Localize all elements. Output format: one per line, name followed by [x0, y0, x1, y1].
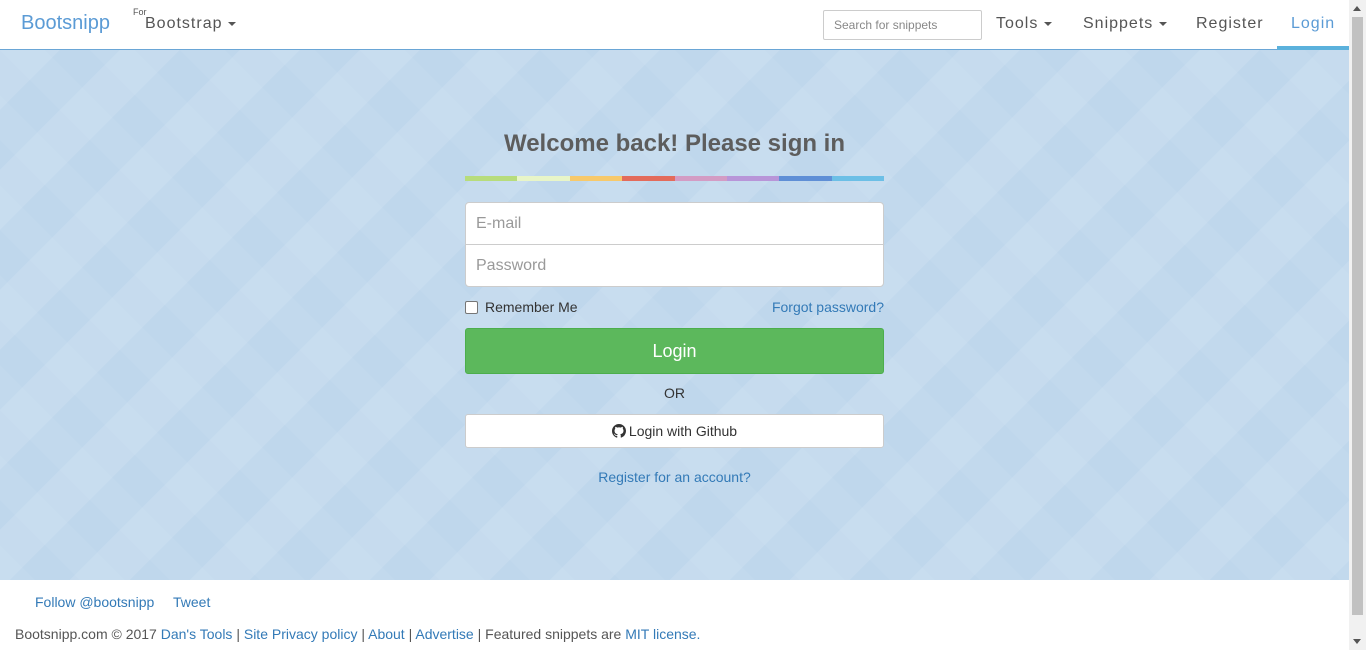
snippets-dropdown-label: Snippets: [1083, 15, 1154, 32]
follow-bootsnipp-link[interactable]: Follow @bootsnipp: [35, 594, 154, 610]
rainbow-divider: [465, 176, 884, 181]
rainbow-segment: [569, 176, 623, 181]
github-login-label: Login with Github: [628, 423, 738, 439]
scroll-down-arrow-icon[interactable]: [1349, 633, 1366, 650]
bootstrap-dropdown-label: Bootstrap: [145, 15, 223, 32]
search-input[interactable]: [823, 10, 982, 40]
login-button[interactable]: Login: [465, 328, 884, 374]
email-field[interactable]: [465, 202, 884, 245]
or-separator: OR: [664, 385, 685, 401]
tweet-link[interactable]: Tweet: [173, 594, 210, 610]
privacy-policy-link[interactable]: Site Privacy policy: [244, 626, 358, 642]
caret-down-icon: [1159, 21, 1168, 26]
rainbow-segment: [674, 176, 727, 181]
tools-dropdown-label: Tools: [996, 15, 1039, 32]
snippets-dropdown[interactable]: Snippets: [1083, 15, 1168, 33]
caret-down-icon: [1044, 21, 1053, 26]
rainbow-segment: [465, 176, 518, 181]
register-nav-link[interactable]: Register: [1196, 15, 1264, 33]
register-account-link[interactable]: Register for an account?: [465, 469, 884, 485]
bootstrap-dropdown[interactable]: Bootstrap: [145, 15, 237, 33]
scroll-up-arrow-icon[interactable]: [1349, 0, 1366, 17]
page-title: Welcome back! Please sign in: [503, 130, 846, 157]
github-login-button[interactable]: Login with Github: [465, 414, 884, 448]
footer: Follow @bootsnipp Tweet Bootsnipp.com © …: [0, 580, 1349, 650]
remember-me[interactable]: Remember Me: [465, 299, 578, 315]
about-link[interactable]: About: [368, 626, 405, 642]
featured-snippets-text: Featured snippets are: [485, 626, 622, 642]
advertise-link[interactable]: Advertise: [415, 626, 473, 642]
forgot-password-link[interactable]: Forgot password?: [772, 299, 884, 315]
footer-links: Bootsnipp.com © 2017 Dan's Tools | Site …: [15, 626, 701, 642]
github-icon: [611, 424, 626, 438]
scrollbar-thumb[interactable]: [1352, 17, 1363, 615]
copyright-text: Bootsnipp.com © 2017: [15, 626, 157, 642]
rainbow-segment: [622, 176, 675, 181]
remember-me-label: Remember Me: [485, 299, 578, 315]
tools-dropdown[interactable]: Tools: [996, 15, 1053, 33]
caret-down-icon: [228, 21, 237, 26]
dans-tools-link[interactable]: Dan's Tools: [161, 626, 233, 642]
vertical-scrollbar[interactable]: [1349, 0, 1366, 650]
remember-me-checkbox[interactable]: [465, 300, 478, 314]
mit-license-link[interactable]: MIT license.: [625, 626, 700, 642]
login-nav-link[interactable]: Login: [1277, 0, 1349, 50]
brand-logo-link[interactable]: Bootsnipp: [21, 12, 110, 35]
rainbow-segment: [831, 176, 884, 181]
rainbow-segment: [517, 176, 570, 181]
rainbow-segment: [726, 176, 780, 181]
rainbow-segment: [779, 176, 832, 181]
password-field[interactable]: [465, 244, 884, 287]
top-navbar: Bootsnipp For Bootstrap Tools Snippets R…: [0, 0, 1349, 50]
login-nav-label: Login: [1291, 15, 1336, 32]
